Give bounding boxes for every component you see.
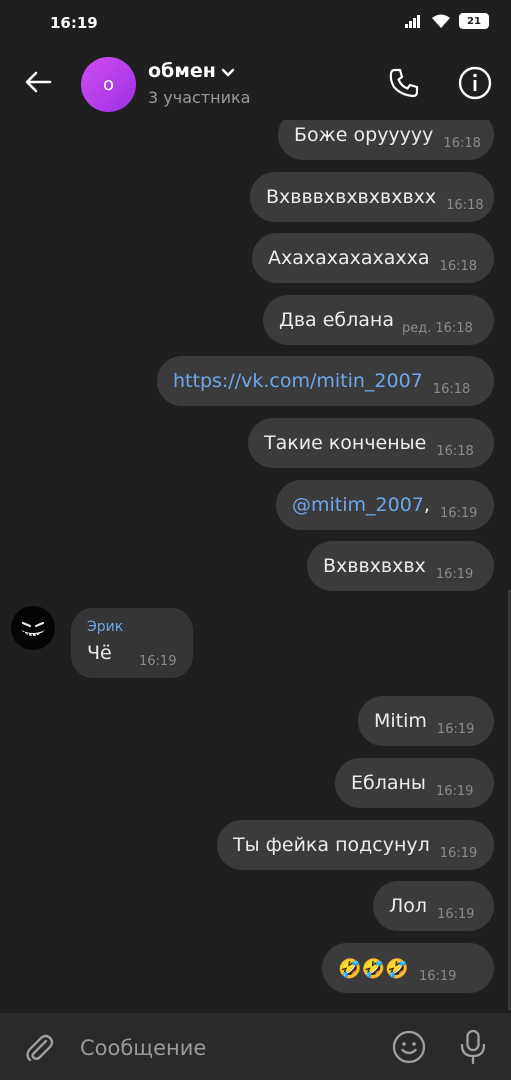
battery-icon: 21 xyxy=(459,13,489,29)
message-time: 16:19 xyxy=(439,505,478,521)
outgoing-message[interactable]: Ты фейка подсунул 16:19 xyxy=(217,820,494,870)
edited-label: ред. xyxy=(401,320,432,336)
message-text: Ахахахахахахха xyxy=(268,247,430,269)
mention-link[interactable]: @mitim_2007 xyxy=(292,494,424,516)
message-time: 16:18 xyxy=(436,443,474,459)
outgoing-message[interactable]: Вхвввхвхвхвхвхх 16:18 xyxy=(250,172,494,222)
outgoing-message[interactable]: Два еблана ред. 16:18 xyxy=(263,295,494,345)
message-composer xyxy=(0,1013,511,1080)
outgoing-message[interactable]: https://vk.com/mitin_2007 16:18 xyxy=(157,356,494,406)
status-time: 16:19 xyxy=(50,14,98,32)
message-time: 16:18 xyxy=(446,197,484,213)
chat-header: о обмен 3 участника xyxy=(0,46,511,120)
outgoing-message[interactable]: Боже оруууyy 16:18 xyxy=(278,120,494,160)
incoming-message[interactable]: Эрик Чё 16:19 xyxy=(71,608,193,678)
paperclip-icon[interactable] xyxy=(22,1031,56,1065)
status-bar: 16:19 21 xyxy=(0,0,511,46)
outgoing-message[interactable]: Вхввхвхвх 16:19 xyxy=(307,541,494,591)
message-text: 🤣🤣🤣 xyxy=(338,957,409,980)
back-arrow-icon[interactable] xyxy=(22,66,54,98)
wifi-icon xyxy=(432,14,450,28)
outgoing-message[interactable]: @mitim_2007 , 16:19 xyxy=(276,480,494,530)
message-text: Лол xyxy=(389,895,428,917)
sender-name[interactable]: Эрик xyxy=(87,619,123,635)
message-time: 16:19 xyxy=(437,906,475,922)
message-time: 16:19 xyxy=(436,721,475,737)
outgoing-message[interactable]: 🤣🤣🤣 16:19 xyxy=(322,943,494,993)
signal-icon xyxy=(405,15,420,28)
message-text: Вхввхвхвх xyxy=(323,555,426,577)
message-text: Mitim xyxy=(374,710,427,732)
message-list[interactable]: Боже оруууyy 16:18 Вхвввхвхвхвхвхх 16:18… xyxy=(0,120,511,1012)
message-time: 16:19 xyxy=(418,968,457,984)
outgoing-message[interactable]: Ебланы 16:19 xyxy=(335,758,494,808)
message-time: 16:18 xyxy=(432,381,471,397)
message-time: 16:18 xyxy=(435,320,473,336)
message-text: , xyxy=(423,494,430,516)
chat-title[interactable]: обмен xyxy=(148,60,216,82)
phone-icon[interactable] xyxy=(386,65,422,101)
message-text: Чё xyxy=(87,642,112,664)
info-icon[interactable] xyxy=(457,65,493,101)
message-text: Такие конченые xyxy=(264,432,427,454)
status-icons: 21 xyxy=(405,13,489,29)
message-text: Ебланы xyxy=(351,772,426,794)
message-text: Ты фейка подсунул xyxy=(233,834,430,856)
message-text: Вхвввхвхвхвхвхх xyxy=(266,186,437,208)
message-time: 16:19 xyxy=(435,783,474,799)
microphone-icon[interactable] xyxy=(458,1029,488,1065)
outgoing-message[interactable]: Такие конченые 16:18 xyxy=(248,418,494,468)
chat-avatar[interactable]: о xyxy=(81,57,136,112)
outgoing-message[interactable]: Лол 16:19 xyxy=(373,881,494,931)
outgoing-message[interactable]: Ахахахахахахха 16:18 xyxy=(252,233,494,283)
sender-avatar[interactable] xyxy=(11,606,55,650)
message-time: 16:19 xyxy=(435,566,474,582)
message-link[interactable]: https://vk.com/mitin_2007 xyxy=(173,370,423,392)
message-time: 16:19 xyxy=(439,845,478,861)
chevron-down-icon[interactable] xyxy=(221,68,235,78)
message-text: Боже оруууyy xyxy=(294,124,434,146)
message-time: 16:18 xyxy=(439,258,478,274)
message-text: Два еблана xyxy=(279,309,394,331)
message-time: 16:18 xyxy=(443,135,481,151)
message-input[interactable] xyxy=(78,1031,372,1065)
message-time: 16:19 xyxy=(139,654,177,669)
emoji-icon[interactable] xyxy=(392,1030,426,1064)
chat-subtitle: 3 участника xyxy=(148,88,251,107)
outgoing-message[interactable]: Mitim 16:19 xyxy=(358,696,494,746)
